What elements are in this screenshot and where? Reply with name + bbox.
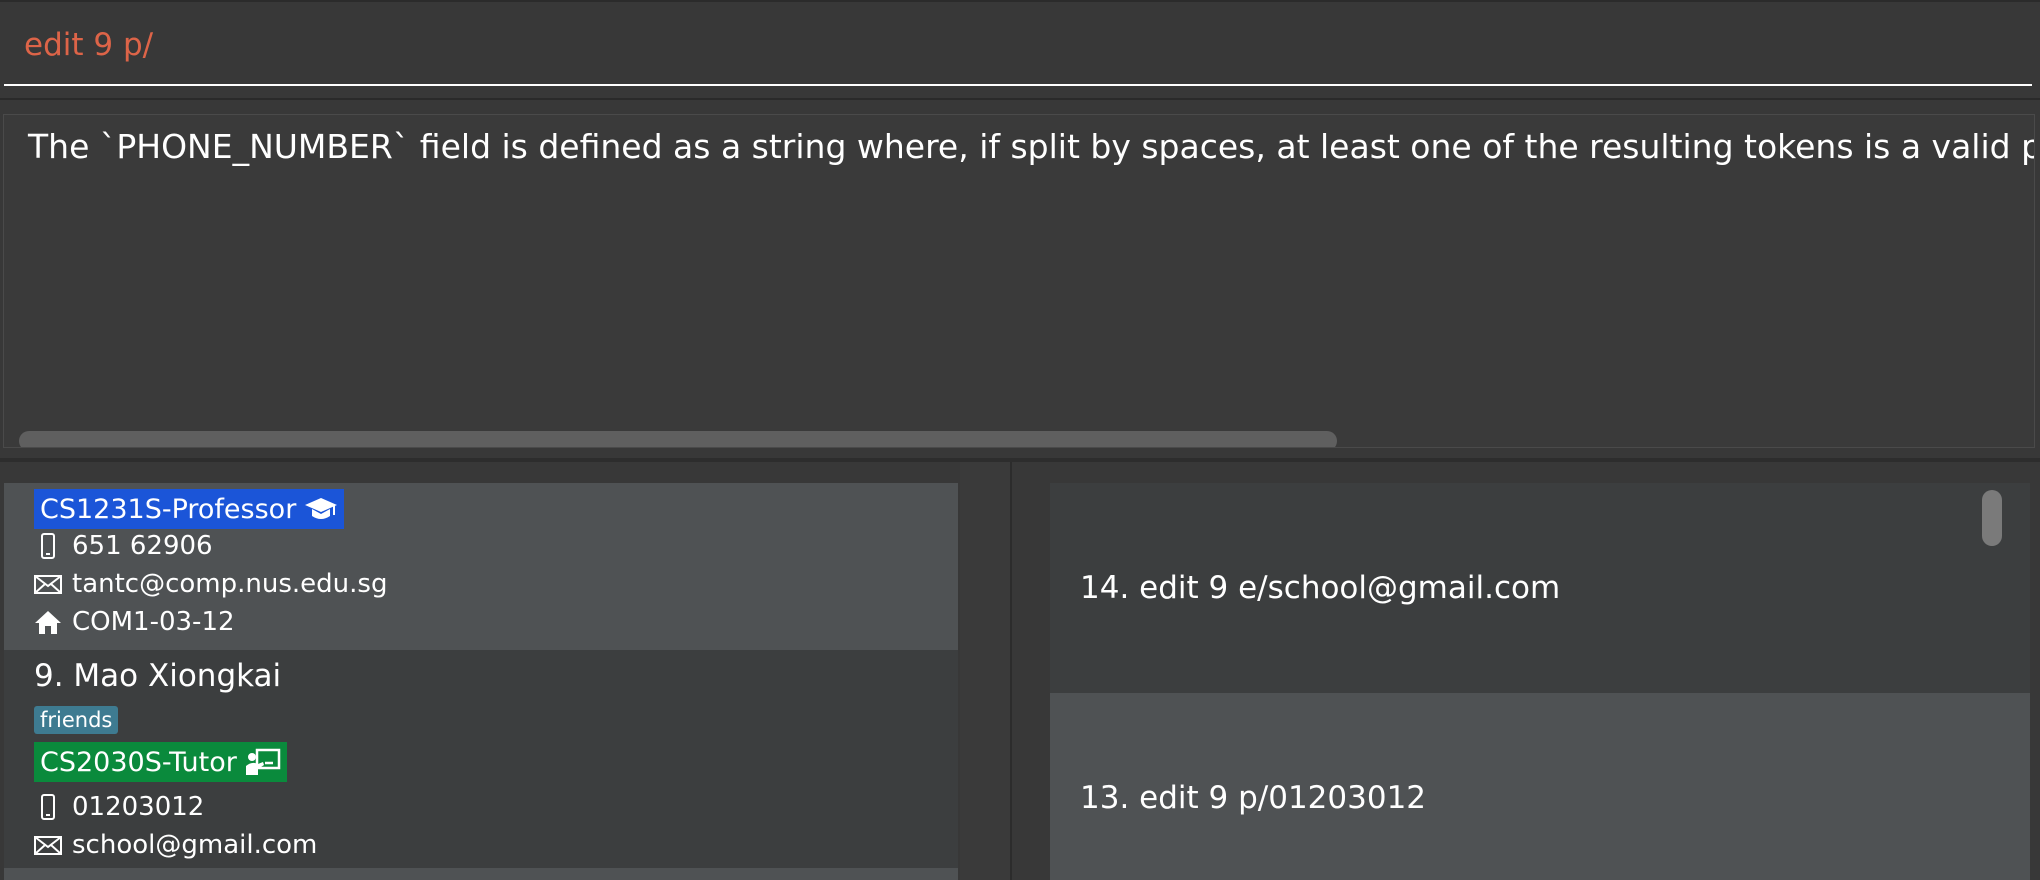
mail-icon: [34, 570, 62, 598]
person-list-panel[interactable]: CS1231S-Professor 651 62906 tantc@comp.n…: [0, 462, 1012, 880]
address: COM1-03-12: [72, 607, 235, 637]
phone-icon: [34, 793, 62, 821]
email-address: school@gmail.com: [72, 830, 318, 860]
person-list-scroll-track: [960, 462, 1010, 880]
role-tag-professor: CS1231S-Professor: [34, 489, 345, 529]
history-vertical-scrollbar[interactable]: [1982, 490, 2002, 546]
command-box: [0, 0, 2040, 94]
history-item-label: 14. edit 9 e/school@gmail.com: [1080, 570, 1561, 606]
email-address: tantc@comp.nus.edu.sg: [72, 569, 388, 599]
phone-number: 01203012: [72, 792, 205, 822]
role-tag-label: CS2030S-Tutor: [40, 746, 237, 778]
person-card[interactable]: CS1231S-Professor 651 62906 tantc@comp.n…: [4, 483, 958, 650]
graduation-cap-icon: [305, 498, 338, 519]
role-tag-label: CS1231S-Professor: [40, 493, 297, 525]
person-card[interactable]: [4, 868, 958, 880]
person-card[interactable]: 9. Mao Xiongkai friends CS2030S-Tutor 01…: [4, 650, 958, 868]
mail-icon: [34, 831, 62, 859]
command-input[interactable]: [4, 6, 2032, 86]
result-text: The `PHONE_NUMBER` field is defined as a…: [28, 127, 2034, 166]
result-horizontal-scrollbar[interactable]: [19, 431, 1337, 447]
phone-icon: [34, 532, 62, 560]
teacher-board-icon: [245, 748, 281, 775]
history-item-label: 13. edit 9 p/01203012: [1080, 780, 1427, 816]
role-tag-tutor: CS2030S-Tutor: [34, 742, 287, 782]
history-item[interactable]: 14. edit 9 e/school@gmail.com: [1050, 483, 2030, 693]
result-display-pane: The `PHONE_NUMBER` field is defined as a…: [0, 98, 2040, 458]
friends-tag: friends: [34, 706, 119, 734]
command-history-panel[interactable]: 14. edit 9 e/school@gmail.com 13. edit 9…: [1028, 462, 2040, 880]
history-item[interactable]: 13. edit 9 p/01203012: [1050, 693, 2030, 880]
home-icon: [34, 608, 62, 636]
result-display[interactable]: The `PHONE_NUMBER` field is defined as a…: [3, 114, 2035, 448]
person-name: 9. Mao Xiongkai: [34, 658, 282, 694]
phone-number: 651 62906: [72, 531, 213, 561]
